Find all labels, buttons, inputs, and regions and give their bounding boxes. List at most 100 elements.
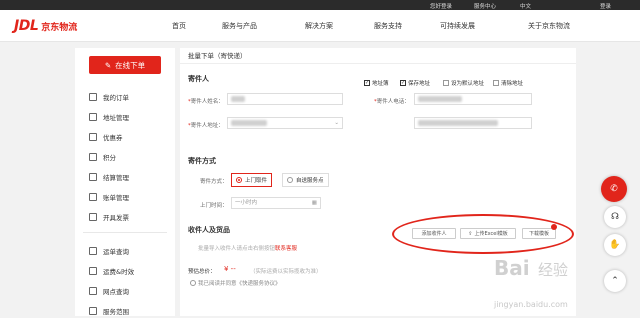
highlight-annotation-ellipse (392, 214, 574, 254)
sidebar-item-coupons[interactable]: 优惠券 (89, 132, 123, 142)
radio-icon (287, 177, 293, 183)
nav-support[interactable]: 服务支持 (374, 21, 402, 31)
sidebar-item-label: 我的订单 (103, 94, 129, 102)
sidebar-item-label: 运费&时效 (103, 268, 135, 276)
checkbox-label: 清除地址 (501, 81, 524, 87)
save-address-checkbox[interactable]: ✓ 保存地址 (400, 79, 430, 87)
method-dropoff-option[interactable]: 自送服务点 (282, 173, 329, 187)
pickup-time-value: 一小时内 (235, 200, 258, 206)
orders-icon (89, 93, 97, 101)
sidebar-item-addresses[interactable]: 地址管理 (89, 112, 129, 122)
price-value: ¥ -- (224, 265, 236, 273)
sidebar-item-label: 账单管理 (103, 194, 129, 202)
sender-section-title: 寄件人 (188, 75, 209, 83)
sender-phone-input[interactable] (414, 93, 532, 105)
sender-phone-label: *寄件人电话： (374, 99, 410, 105)
topbar-login-greeting[interactable]: 您好登录 (430, 2, 452, 10)
brand-name: 京东物流 (41, 22, 78, 33)
topbar-login[interactable]: 登录 (600, 2, 611, 10)
sidebar-item-coverage[interactable]: 服务范围 (89, 306, 129, 316)
option-label: 上门取件 (245, 178, 268, 184)
sidebar-item-outlets[interactable]: 网点查询 (89, 286, 129, 296)
sidebar: ✎ 在线下单 我的订单 地址管理 优惠券 积分 结算管理 账单管理 开具发票 运… (75, 48, 175, 316)
method-label: 寄件方式： (200, 179, 228, 185)
sidebar-item-orders[interactable]: 我的订单 (89, 92, 129, 102)
sidebar-item-invoice[interactable]: 开具发票 (89, 212, 129, 222)
price-label: 预估总价： (188, 269, 216, 275)
rates-icon (89, 267, 97, 275)
nav-services-products[interactable]: 服务与产品 (222, 21, 257, 31)
receiver-hint: 批量导入收件人请点击右侧按钮联系客服 (198, 246, 298, 252)
sidebar-item-settlement[interactable]: 结算管理 (89, 172, 129, 182)
sender-address-label: *寄件人地址： (188, 123, 224, 129)
method-section-title: 寄件方式 (188, 157, 216, 165)
handshake-icon[interactable]: ✋ (604, 234, 626, 256)
radio-selected-icon (236, 177, 242, 183)
sidebar-item-label: 优惠券 (103, 134, 123, 142)
sender-name-label: *寄件人姓名： (188, 99, 224, 105)
calendar-icon: ▦ (311, 200, 317, 206)
nav-sustainability[interactable]: 可持续发展 (440, 21, 475, 31)
nav-solutions[interactable]: 解决方案 (305, 21, 333, 31)
coverage-icon (89, 307, 97, 315)
online-order-button[interactable]: ✎ 在线下单 (89, 56, 161, 74)
chevron-down-icon: ⌄ (334, 120, 339, 126)
sender-name-input[interactable] (227, 93, 343, 105)
sidebar-item-label: 积分 (103, 154, 116, 162)
price-note: （实际运费以实际揽收为准） (250, 269, 322, 275)
sidebar-item-label: 运单查询 (103, 248, 129, 256)
address-icon (89, 113, 97, 121)
top-utility-bar: 您好登录 服务中心 中文 登录 (0, 0, 640, 10)
radio-icon (190, 280, 196, 286)
headset-icon[interactable]: ☊ (604, 206, 626, 228)
phone-icon[interactable]: ✆ (601, 176, 627, 202)
sidebar-item-label: 网点查询 (103, 288, 129, 296)
sidebar-item-rates[interactable]: 运费&时效 (89, 266, 134, 276)
sender-detail-address-input[interactable] (414, 117, 532, 129)
baidu-watermark-tail: 经验 (538, 261, 569, 279)
contact-service-link[interactable]: 联系客服 (275, 246, 297, 252)
settlement-icon (89, 173, 97, 181)
bill-icon (89, 193, 97, 201)
sidebar-item-label: 开具发票 (103, 214, 129, 222)
sidebar-item-tracking[interactable]: 运单查询 (89, 246, 129, 256)
coupon-icon (89, 133, 97, 141)
checkbox-checked-icon: ✓ (400, 80, 406, 86)
up-arrow-icon[interactable]: ⌃ (604, 270, 626, 292)
pickup-time-label: 上门时间： (200, 203, 228, 209)
checkbox-label: 设为默认地址 (451, 81, 485, 87)
topbar-service-center[interactable]: 服务中心 (474, 2, 496, 10)
form-header: 批量下单（寄快递） (180, 48, 576, 64)
agreement-label: 我已阅读并同意《快递服务协议》 (198, 281, 281, 287)
baidu-watermark: Bai (494, 256, 530, 280)
points-icon (89, 153, 97, 161)
outlet-icon (89, 287, 97, 295)
sidebar-divider (83, 232, 167, 233)
checkbox-checked-icon: ✓ (364, 80, 370, 86)
pickup-time-select[interactable]: 一小时内 ▦ (231, 197, 321, 209)
method-pickup-option[interactable]: 上门取件 (231, 173, 273, 187)
sidebar-item-points[interactable]: 积分 (89, 152, 116, 162)
sidebar-item-label: 结算管理 (103, 174, 129, 182)
nav-home[interactable]: 首页 (172, 21, 186, 31)
main-navigation: JDL 京东物流 首页 服务与产品 解决方案 服务支持 可持续发展 关于京东物流 (0, 10, 640, 42)
sender-region-select[interactable]: ⌄ (227, 117, 343, 129)
sidebar-item-bills[interactable]: 账单管理 (89, 192, 129, 202)
receiver-section-title: 收件人及货品 (188, 226, 230, 234)
online-order-label: 在线下单 (115, 60, 146, 70)
topbar-language[interactable]: 中文 (520, 2, 531, 10)
checkbox-label: 地址簿 (372, 81, 389, 87)
default-address-checkbox[interactable]: 设为默认地址 (443, 79, 484, 87)
option-label: 自送服务点 (296, 178, 324, 184)
tracking-icon (89, 247, 97, 255)
sidebar-item-label: 服务范围 (103, 308, 129, 316)
agreement-checkbox[interactable]: 我已阅读并同意《快递服务协议》 (190, 279, 281, 287)
checkbox-label: 保存地址 (408, 81, 431, 87)
brand-logo[interactable]: JDL 京东物流 (14, 18, 77, 34)
checkbox-icon (493, 80, 499, 86)
nav-about[interactable]: 关于京东物流 (528, 21, 570, 31)
baidu-watermark-url: jingyan.baidu.com (494, 300, 568, 309)
checkbox-icon (443, 80, 449, 86)
clear-address-checkbox[interactable]: 清除地址 (493, 79, 523, 87)
address-book-checkbox[interactable]: ✓ 地址簿 (364, 79, 389, 87)
